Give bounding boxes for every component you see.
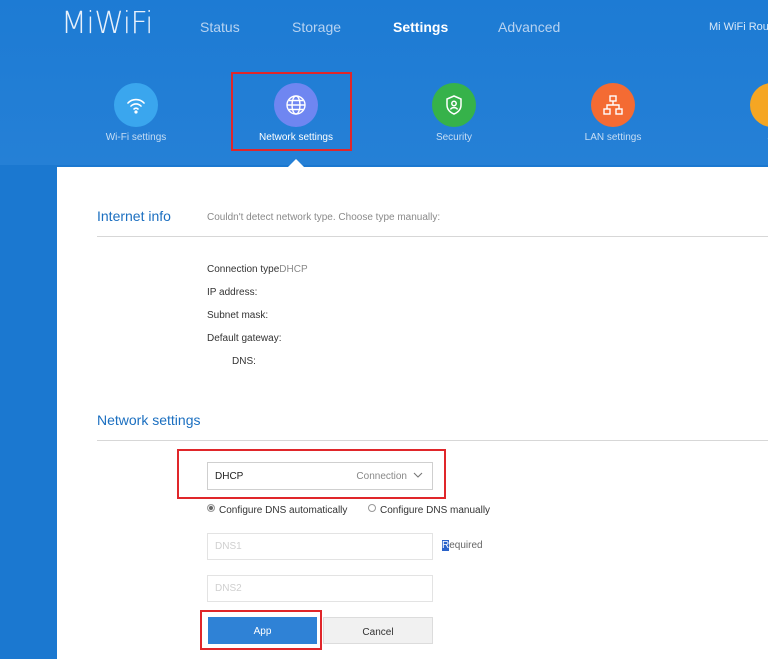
divider <box>97 236 768 237</box>
dns-auto-option[interactable]: Configure DNS automatically <box>207 504 347 516</box>
feature-wifi-settings[interactable]: Wi-Fi settings <box>61 83 211 143</box>
highlight-box <box>177 449 446 499</box>
nav-status[interactable]: Status <box>200 19 240 35</box>
router-name[interactable]: Mi WiFi Rout <box>709 21 768 33</box>
divider <box>97 440 768 441</box>
shield-icon <box>432 83 476 127</box>
cancel-button[interactable]: Cancel <box>323 617 433 644</box>
dns-manual-label: Configure DNS manually <box>380 505 491 516</box>
subnet-mask-label: Subnet mask: <box>207 310 269 321</box>
network-settings-title: Network settings <box>97 412 201 428</box>
highlight-box <box>200 610 322 650</box>
dns-manual-option[interactable]: Configure DNS manually <box>368 504 490 516</box>
default-gateway-label: Default gateway: <box>207 333 282 344</box>
connection-type-value: DHCP <box>279 264 308 275</box>
feature-security[interactable]: Security <box>379 83 529 143</box>
dns-label: DNS: <box>232 356 256 367</box>
feature-label: LAN settings <box>584 132 642 143</box>
connection-type-row: Connection typeDHCP <box>207 264 308 275</box>
ip-address-label: IP address: <box>207 287 258 298</box>
dns-auto-label: Configure DNS automatically <box>219 505 348 516</box>
feature-storage[interactable]: St <box>697 83 768 143</box>
dns1-input[interactable] <box>207 533 433 560</box>
radio-selected[interactable] <box>207 504 215 512</box>
detect-hint: Couldn't detect network type. Choose typ… <box>207 212 441 223</box>
feature-label: St <box>697 132 768 143</box>
nav-storage[interactable]: Storage <box>292 19 341 35</box>
internet-info-title: Internet info <box>97 208 171 224</box>
radio-unselected[interactable] <box>368 504 376 512</box>
dns2-input[interactable] <box>207 575 433 602</box>
miwifi-logo[interactable]: MiWiFi <box>61 6 153 41</box>
network-icon <box>591 83 635 127</box>
storage-icon <box>750 83 768 127</box>
required-text: equired <box>449 540 483 551</box>
highlight-box <box>231 72 352 151</box>
nav-advanced[interactable]: Advanced <box>498 19 560 35</box>
connection-type-label: Connection type <box>207 264 280 275</box>
feature-lan-settings[interactable]: LAN settings <box>538 83 688 143</box>
nav-settings[interactable]: Settings <box>393 19 448 35</box>
feature-label: Security <box>435 132 473 143</box>
feature-label: Wi-Fi settings <box>105 132 167 143</box>
panel-pointer <box>287 159 305 168</box>
wifi-icon <box>114 83 158 127</box>
required-note: Required <box>442 540 483 551</box>
